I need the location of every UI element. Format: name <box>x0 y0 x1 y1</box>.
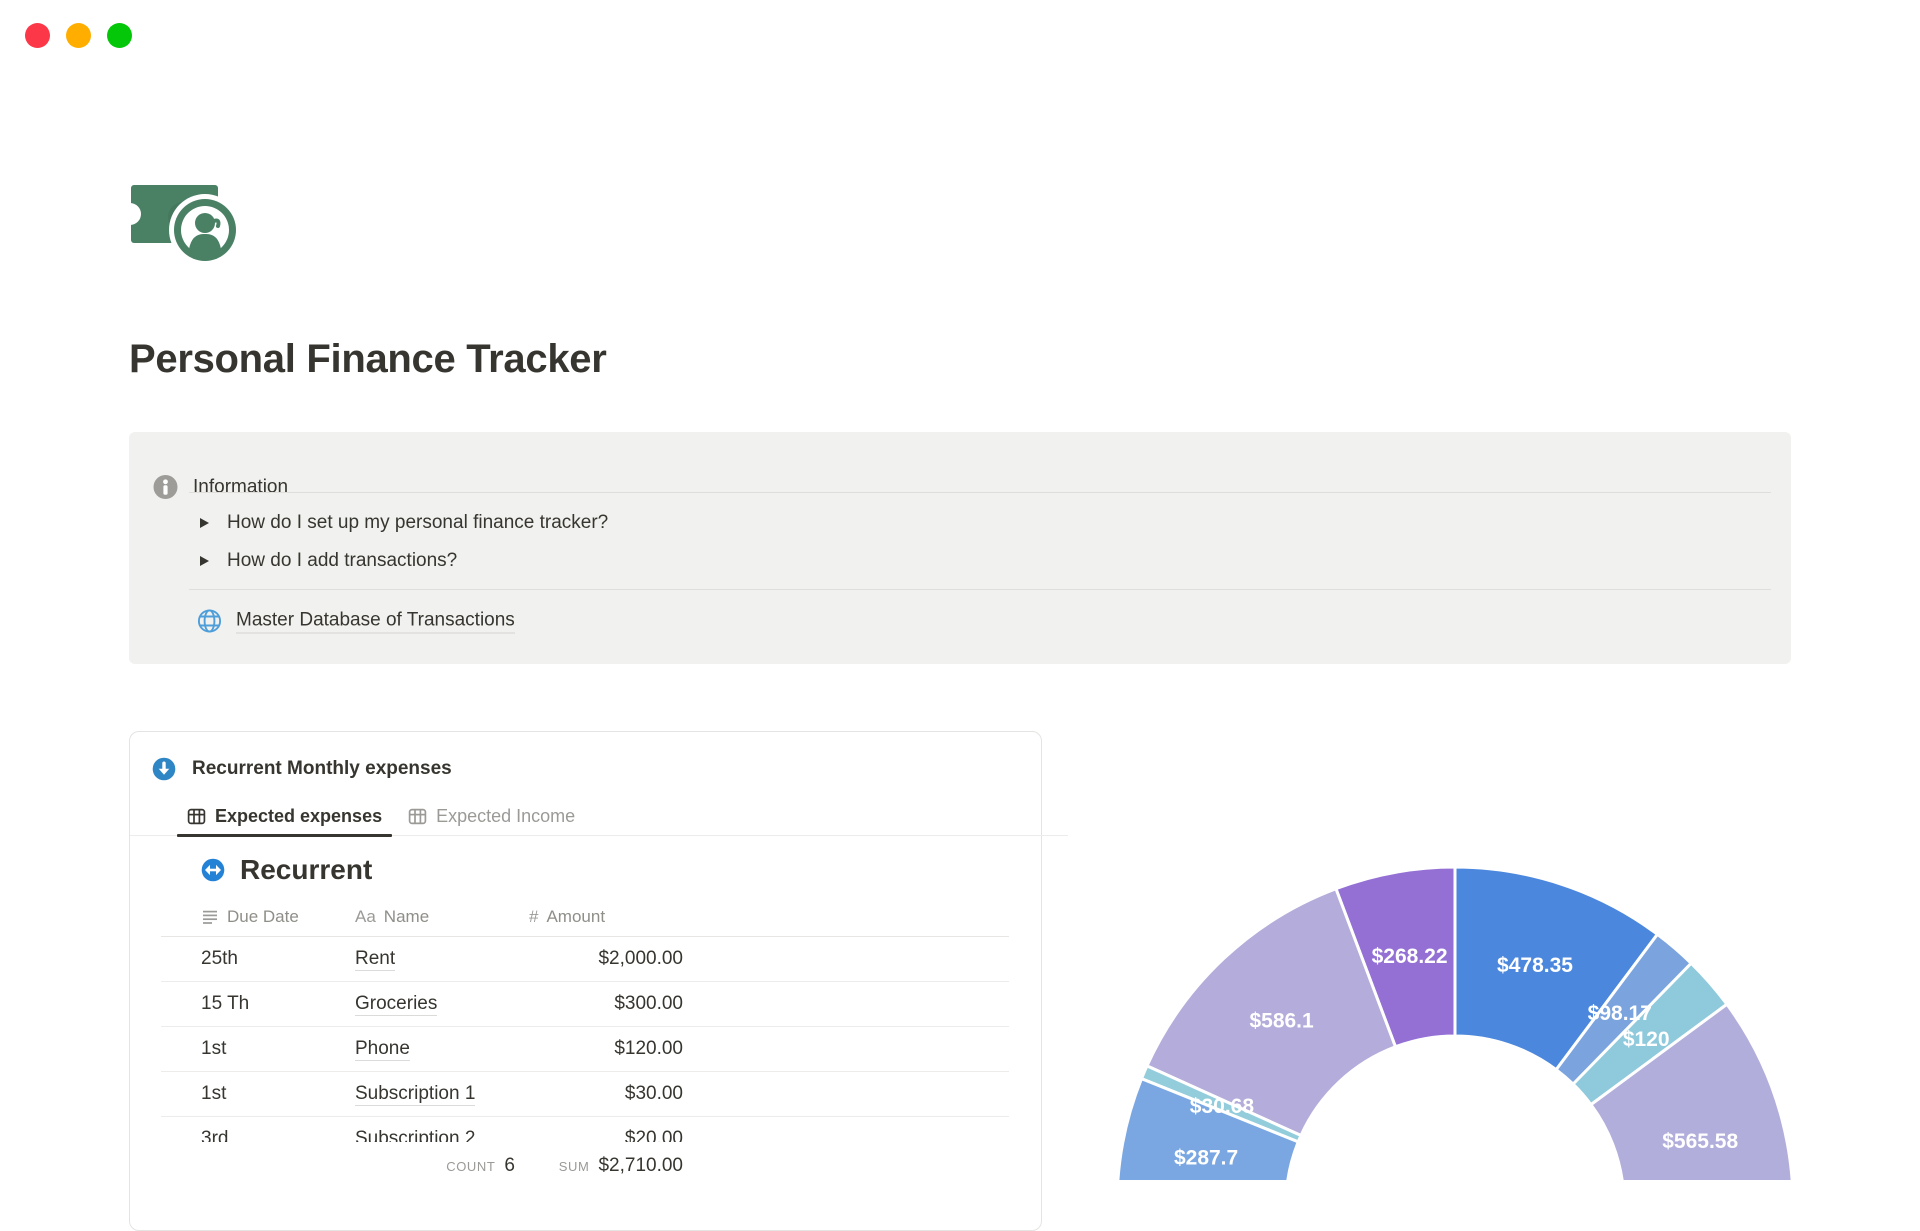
segment-value-label: $30.68 <box>1190 1095 1255 1118</box>
name-cell[interactable]: Groceries <box>355 993 529 1016</box>
table-row: 1st Phone $120.00 <box>161 1027 1009 1072</box>
table-header-row: Due Date Aa Name # Amount <box>161 898 1009 937</box>
column-due-date[interactable]: Due Date <box>161 907 355 927</box>
toggle-add-transactions-question[interactable]: How do I add transactions? <box>200 550 457 572</box>
record-link[interactable]: Rent <box>355 948 396 971</box>
card-header: Recurrent Monthly expenses <box>152 757 452 781</box>
tab-expected-expenses[interactable]: Expected expenses <box>177 798 393 837</box>
column-amount[interactable]: # Amount <box>529 907 1009 927</box>
info-icon <box>152 474 179 501</box>
sum-label: SUM <box>558 1159 590 1174</box>
segment-value-label: $478.35 <box>1497 954 1573 977</box>
toggle-triangle-icon[interactable] <box>200 518 209 528</box>
count-value: 6 <box>504 1155 515 1176</box>
toggle-label[interactable]: How do I add transactions? <box>227 550 457 572</box>
segment-value-label: $120 <box>1623 1028 1670 1051</box>
segment-value-label: $287.7 <box>1174 1146 1238 1169</box>
card-title: Recurrent Monthly expenses <box>192 758 452 779</box>
count-calculation[interactable]: COUNT 6 <box>446 1155 529 1177</box>
sum-calculation[interactable]: SUM $2,710.00 <box>559 1155 683 1177</box>
name-cell[interactable]: Subscription 1 <box>355 1083 529 1106</box>
column-name[interactable]: Aa Name <box>355 907 529 927</box>
close-button[interactable] <box>25 23 50 48</box>
table-footer: COUNT 6 SUM $2,710.00 <box>161 1142 1009 1190</box>
due-date-cell[interactable]: 25th <box>161 948 355 970</box>
due-date-cell[interactable]: 15 Th <box>161 993 355 1015</box>
table-body: 25th Rent $2,000.00 15 Th Groceries $300.00 1s… <box>161 937 1009 1142</box>
tab-label[interactable]: Expected expenses <box>215 806 382 827</box>
master-database-link[interactable]: Master Database of Transactions <box>196 608 515 635</box>
information-callout: Information How do I set up my personal … <box>129 432 1791 664</box>
circle-left-right-arrow-icon <box>201 858 225 882</box>
window-controls <box>25 23 132 48</box>
table-row: 25th Rent $2,000.00 <box>161 937 1009 982</box>
record-link[interactable]: Subscription 1 <box>355 1083 476 1106</box>
expenses-donut-chart: $478.35 $98.17 $120 $565.58 $268.22 $586.1 $30… <box>1117 867 1793 1180</box>
name-cell[interactable]: Phone <box>355 1038 529 1061</box>
segment-value-label: $586.1 <box>1249 1009 1314 1032</box>
text-type-icon: Aa <box>355 907 376 926</box>
tab-label[interactable]: Expected Income <box>436 806 575 827</box>
due-date-cell[interactable]: 1st <box>161 1083 355 1105</box>
table-icon <box>408 808 427 825</box>
view-tabs: Expected expenses Expected Income <box>130 798 1068 837</box>
amount-cell[interactable]: $30.00 <box>529 1083 683 1105</box>
list-icon <box>203 910 217 924</box>
recurrent-expenses-card: Recurrent Monthly expenses Expected expe… <box>129 731 1068 1231</box>
table-row: 15 Th Groceries $300.00 <box>161 982 1009 1027</box>
minimize-button[interactable] <box>66 23 91 48</box>
toggle-triangle-icon[interactable] <box>200 556 209 566</box>
amount-cell[interactable]: $20.00 <box>529 1128 683 1142</box>
name-cell[interactable]: Subscription 2 <box>355 1128 529 1142</box>
column-label[interactable]: Due Date <box>227 907 299 927</box>
record-link[interactable]: Phone <box>355 1038 410 1061</box>
amount-cell[interactable]: $300.00 <box>529 993 683 1015</box>
name-cell[interactable]: Rent <box>355 948 529 971</box>
globe-icon <box>196 608 223 635</box>
recurrent-section-heading: Recurrent <box>201 854 372 886</box>
record-link[interactable]: Groceries <box>355 993 438 1016</box>
divider <box>189 589 1771 590</box>
page-title: Personal Finance Tracker <box>129 337 607 381</box>
table-row: 3rd Subscription 2 $20.00 <box>161 1117 1009 1142</box>
column-label[interactable]: Amount <box>546 907 605 927</box>
record-link[interactable]: Subscription 2 <box>355 1128 476 1142</box>
segment-value-label: $98.17 <box>1588 1002 1652 1025</box>
number-icon: # <box>529 907 539 926</box>
column-label[interactable]: Name <box>384 907 429 927</box>
toggle-setup-question[interactable]: How do I set up my personal finance trac… <box>200 512 608 534</box>
tab-expected-income[interactable]: Expected Income <box>398 798 585 835</box>
due-date-cell[interactable]: 3rd <box>161 1128 355 1142</box>
divider <box>189 492 1771 493</box>
table-row: 1st Subscription 1 $30.00 <box>161 1072 1009 1117</box>
amount-cell[interactable]: $2,000.00 <box>529 948 683 970</box>
zoom-button[interactable] <box>107 23 132 48</box>
segment-value-label: $565.58 <box>1662 1130 1738 1153</box>
sum-value: $2,710.00 <box>598 1155 683 1176</box>
callout-title: Information <box>193 476 289 497</box>
circle-down-arrow-icon <box>152 757 176 781</box>
link-label[interactable]: Master Database of Transactions <box>236 609 515 633</box>
section-title: Recurrent <box>240 854 373 885</box>
segment-value-label: $268.22 <box>1372 945 1448 968</box>
due-date-cell[interactable]: 1st <box>161 1038 355 1060</box>
amount-cell[interactable]: $120.00 <box>529 1038 683 1060</box>
money-banknote-icon[interactable] <box>130 183 238 263</box>
toggle-label[interactable]: How do I set up my personal finance trac… <box>227 512 608 534</box>
table-icon <box>187 808 206 825</box>
count-label: COUNT <box>446 1159 496 1174</box>
